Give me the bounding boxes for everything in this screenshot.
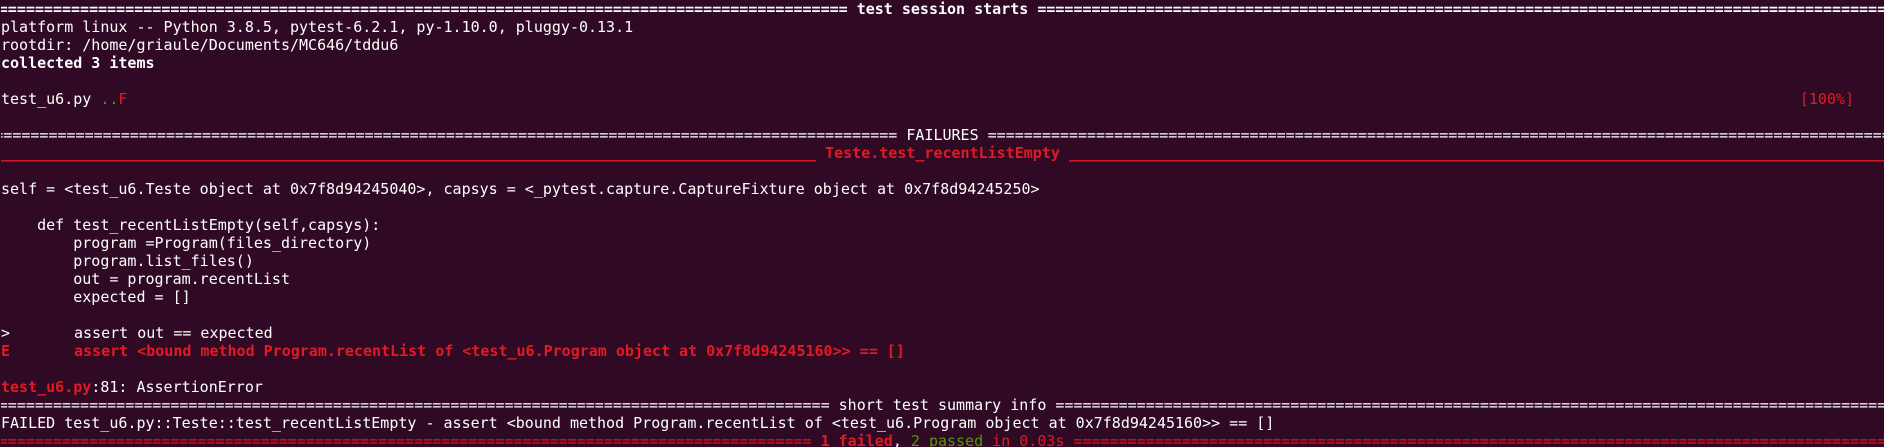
- summary-title: short test summary info: [829, 396, 1056, 414]
- separator-fill: ________________________________________…: [1, 144, 817, 162]
- test-name-separator: ________________________________________…: [1, 144, 1884, 162]
- session-start-title: test session starts: [847, 0, 1038, 18]
- final-result-separator: ========================================…: [1, 432, 1884, 447]
- separator-fill: ________________________________________…: [1068, 144, 1884, 162]
- failed-mark: F: [118, 90, 128, 108]
- failed-test-title: Teste.test_recentListEmpty: [816, 144, 1069, 162]
- location-rest: :81: AssertionError: [91, 378, 263, 396]
- final-result-text: 1 failed, 2 passed in 0.03s: [812, 432, 1074, 447]
- error-line: Eassert <bound method Program.recentList…: [1, 342, 1884, 360]
- failed-count: 1 failed: [820, 432, 893, 447]
- self-line: self = <test_u6.Teste object at 0x7f8d94…: [1, 180, 1040, 198]
- result-comma: ,: [892, 432, 911, 447]
- separator-fill: ========================================…: [1, 0, 848, 18]
- separator-fill: ========================================…: [1037, 0, 1884, 18]
- test-file-progress-line: test_u6.py ..F [100%]: [1, 90, 1884, 108]
- code-line: program.list_files(): [1, 252, 254, 270]
- platform-line: platform linux -- Python 3.8.5, pytest-6…: [1, 18, 634, 36]
- passed-marks: ..: [100, 90, 119, 108]
- separator-fill: ========================================…: [1, 396, 830, 414]
- assert-code: assert out == expected: [74, 324, 273, 342]
- failures-separator: ========================================…: [1, 126, 1884, 144]
- separator-fill: ========================================…: [1, 126, 898, 144]
- passed-count: 2 passed: [910, 432, 984, 447]
- location-line: test_u6.py:81: AssertionError: [1, 378, 1884, 396]
- terminal-window[interactable]: ========================================…: [0, 0, 1884, 447]
- test-file-name: test_u6.py: [1, 90, 101, 108]
- assert-line: > assert out == expected: [1, 324, 1884, 342]
- collected-line: collected 3 items: [1, 54, 155, 72]
- separator-fill: ========================================…: [987, 126, 1884, 144]
- elapsed-time: in 0.03s: [983, 432, 1065, 447]
- error-code: assert <bound method Program.recentList …: [74, 342, 905, 360]
- session-start-separator: ========================================…: [1, 0, 1884, 18]
- rootdir-line: rootdir: /home/griaule/Documents/MC646/t…: [1, 36, 399, 54]
- error-marker: E: [1, 342, 11, 360]
- failed-summary-line: FAILED test_u6.py::Teste::test_recentLis…: [1, 414, 1275, 432]
- separator-fill: ========================================…: [1073, 432, 1884, 447]
- separator-fill: ========================================…: [1, 432, 812, 447]
- progress-percent: [100%]: [1799, 90, 1854, 108]
- code-line: program =Program(files_directory): [1, 234, 372, 252]
- code-line: out = program.recentList: [1, 270, 290, 288]
- code-line: expected = []: [1, 288, 191, 306]
- summary-separator: ========================================…: [1, 396, 1884, 414]
- code-line: def test_recentListEmpty(self,capsys):: [1, 216, 381, 234]
- location-file: test_u6.py: [1, 378, 92, 396]
- assert-marker: >: [1, 324, 11, 342]
- failures-title: FAILURES: [897, 126, 988, 144]
- separator-fill: ========================================…: [1055, 396, 1884, 414]
